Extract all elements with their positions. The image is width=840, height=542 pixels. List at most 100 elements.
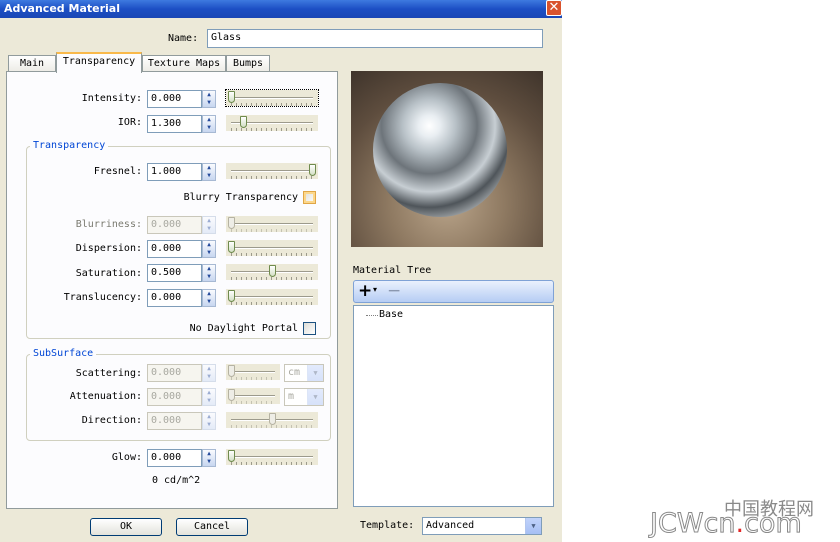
blurriness-input[interactable]: 0.000 bbox=[147, 216, 202, 234]
scattering-unit-select[interactable]: cm ▼ bbox=[284, 364, 324, 382]
ior-label: IOR: bbox=[117, 117, 142, 128]
blurry-transparency-label: Blurry Transparency bbox=[183, 192, 298, 203]
glow-spinner[interactable]: ▲ ▼ bbox=[202, 449, 216, 467]
material-tree-toolbar: + ▾ − bbox=[353, 280, 554, 303]
template-label: Template: bbox=[360, 520, 415, 531]
tab-transparency[interactable]: Transparency bbox=[56, 52, 142, 73]
attenuation-unit-select[interactable]: m ▼ bbox=[284, 388, 324, 406]
translucency-input[interactable]: 0.000 bbox=[147, 289, 202, 307]
intensity-slider[interactable] bbox=[225, 89, 319, 107]
attenuation-input[interactable]: 0.000 bbox=[147, 388, 202, 406]
translucency-spinner[interactable]: ▲ ▼ bbox=[202, 289, 216, 307]
fresnel-input[interactable]: 1.000 bbox=[147, 163, 202, 181]
chevron-down-icon[interactable]: ▼ bbox=[307, 365, 323, 381]
watermark-dot: . bbox=[735, 508, 745, 539]
spin-down-icon[interactable]: ▼ bbox=[203, 225, 215, 233]
spin-up-icon[interactable]: ▲ bbox=[203, 265, 215, 273]
attenuation-slider[interactable] bbox=[226, 388, 280, 404]
attenuation-label: Attenuation: bbox=[69, 391, 142, 402]
spin-down-icon[interactable]: ▼ bbox=[203, 397, 215, 405]
direction-label: Direction: bbox=[81, 415, 142, 426]
blurriness-spinner[interactable]: ▲ ▼ bbox=[202, 216, 216, 234]
direction-input[interactable]: 0.000 bbox=[147, 412, 202, 430]
spin-down-icon[interactable]: ▼ bbox=[203, 373, 215, 381]
spin-up-icon[interactable]: ▲ bbox=[203, 116, 215, 124]
scattering-spinner[interactable]: ▲ ▼ bbox=[202, 364, 216, 382]
blurry-transparency-checkbox[interactable] bbox=[303, 191, 316, 204]
saturation-input[interactable]: 0.500 bbox=[147, 264, 202, 282]
spin-up-icon[interactable]: ▲ bbox=[203, 389, 215, 397]
dispersion-slider[interactable] bbox=[226, 240, 318, 256]
spin-up-icon[interactable]: ▲ bbox=[203, 290, 215, 298]
spin-down-icon[interactable]: ▼ bbox=[203, 273, 215, 281]
ior-slider[interactable] bbox=[226, 115, 318, 131]
template-select[interactable]: Advanced ▼ bbox=[422, 517, 542, 535]
tab-bumps[interactable]: Bumps bbox=[226, 55, 270, 72]
spin-down-icon[interactable]: ▼ bbox=[203, 99, 215, 107]
spin-down-icon[interactable]: ▼ bbox=[203, 298, 215, 306]
advanced-material-dialog: Advanced Material ✕ Name: Glass Main Tra… bbox=[0, 0, 562, 542]
close-button[interactable]: ✕ bbox=[546, 0, 562, 16]
subsurface-group-title: SubSurface bbox=[30, 348, 97, 359]
watermark-jcwcn: JCWcn bbox=[649, 508, 736, 540]
fresnel-spinner[interactable]: ▲ ▼ bbox=[202, 163, 216, 181]
material-tree[interactable]: Base bbox=[353, 305, 554, 507]
scattering-slider[interactable] bbox=[226, 364, 280, 380]
glass-sphere-preview bbox=[373, 83, 507, 217]
spin-down-icon[interactable]: ▼ bbox=[203, 421, 215, 429]
saturation-spinner[interactable]: ▲ ▼ bbox=[202, 264, 216, 282]
spin-down-icon[interactable]: ▼ bbox=[203, 124, 215, 132]
tree-item-base[interactable]: Base bbox=[379, 309, 403, 320]
dispersion-spinner[interactable]: ▲ ▼ bbox=[202, 240, 216, 258]
spin-down-icon[interactable]: ▼ bbox=[203, 172, 215, 180]
spin-down-icon[interactable]: ▼ bbox=[203, 458, 215, 466]
blurriness-slider[interactable] bbox=[226, 216, 318, 232]
direction-spinner[interactable]: ▲ ▼ bbox=[202, 412, 216, 430]
ok-button[interactable]: OK bbox=[90, 518, 162, 536]
glow-unit-readout: 0 cd/m^2 bbox=[152, 475, 201, 486]
chevron-down-icon[interactable]: ▼ bbox=[525, 518, 541, 534]
remove-icon[interactable]: − bbox=[387, 281, 401, 301]
title-bar[interactable]: Advanced Material bbox=[0, 0, 562, 18]
ior-input[interactable]: 1.300 bbox=[147, 115, 202, 133]
spin-up-icon[interactable]: ▲ bbox=[203, 91, 215, 99]
glow-label: Glow: bbox=[111, 452, 142, 463]
watermark-logo: JCWcn.com bbox=[649, 507, 802, 541]
spin-down-icon[interactable]: ▼ bbox=[203, 249, 215, 257]
translucency-label: Translucency: bbox=[63, 292, 142, 303]
saturation-label: Saturation: bbox=[75, 268, 142, 279]
material-preview bbox=[351, 71, 543, 247]
spin-up-icon[interactable]: ▲ bbox=[203, 241, 215, 249]
add-icon[interactable]: + bbox=[358, 281, 372, 301]
no-daylight-portal-checkbox[interactable] bbox=[303, 322, 316, 335]
blurriness-label: Blurriness: bbox=[75, 219, 142, 230]
spin-up-icon[interactable]: ▲ bbox=[203, 450, 215, 458]
dispersion-input[interactable]: 0.000 bbox=[147, 240, 202, 258]
add-dropdown-icon[interactable]: ▾ bbox=[373, 285, 377, 294]
spin-up-icon[interactable]: ▲ bbox=[203, 164, 215, 172]
saturation-slider[interactable] bbox=[226, 264, 318, 280]
spin-up-icon[interactable]: ▲ bbox=[203, 365, 215, 373]
glow-slider[interactable] bbox=[226, 449, 318, 465]
scattering-input[interactable]: 0.000 bbox=[147, 364, 202, 382]
glow-input[interactable]: 0.000 bbox=[147, 449, 202, 467]
translucency-slider[interactable] bbox=[226, 289, 318, 305]
tree-connector bbox=[366, 315, 378, 316]
scattering-unit-value: cm bbox=[288, 367, 301, 378]
fresnel-slider[interactable] bbox=[226, 163, 318, 179]
name-input[interactable]: Glass bbox=[207, 29, 543, 48]
intensity-spinner[interactable]: ▲ ▼ bbox=[202, 90, 216, 108]
transparency-group-title: Transparency bbox=[30, 140, 109, 151]
cancel-button[interactable]: Cancel bbox=[176, 518, 248, 536]
attenuation-unit-value: m bbox=[288, 391, 295, 402]
ior-spinner[interactable]: ▲ ▼ bbox=[202, 115, 216, 133]
intensity-input[interactable]: 0.000 bbox=[147, 90, 202, 108]
direction-slider[interactable] bbox=[226, 412, 318, 428]
window-title: Advanced Material bbox=[4, 2, 120, 15]
attenuation-spinner[interactable]: ▲ ▼ bbox=[202, 388, 216, 406]
spin-up-icon[interactable]: ▲ bbox=[203, 413, 215, 421]
tab-main[interactable]: Main bbox=[8, 55, 56, 72]
tab-texture-maps[interactable]: Texture Maps bbox=[142, 55, 226, 72]
spin-up-icon[interactable]: ▲ bbox=[203, 217, 215, 225]
chevron-down-icon[interactable]: ▼ bbox=[307, 389, 323, 405]
